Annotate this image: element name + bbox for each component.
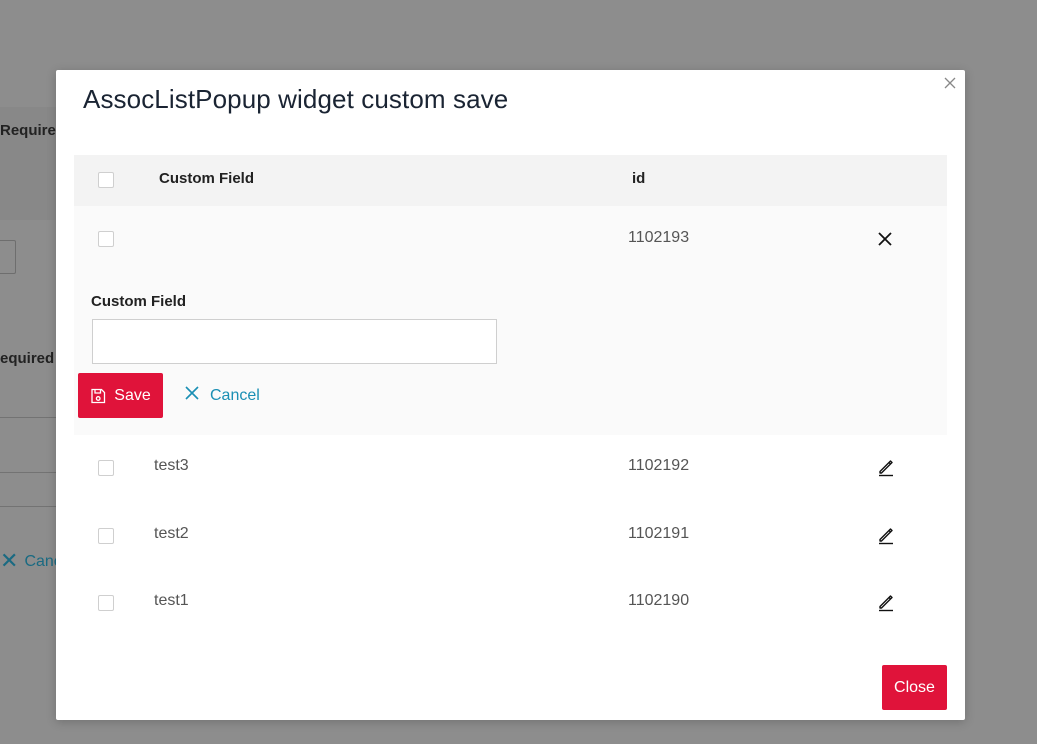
close-button[interactable]: Close — [882, 665, 947, 710]
modal-dialog: AssocListPopup widget custom save Custom… — [56, 70, 965, 720]
row-id: 1102191 — [628, 524, 690, 542]
column-header-custom-field[interactable]: Custom Field — [159, 170, 254, 187]
background-cancel: ✕ Canc — [0, 548, 62, 573]
table-row-editing: 1102193 — [74, 206, 947, 275]
x-icon: ✕ — [0, 548, 19, 573]
column-header-id[interactable]: id — [632, 170, 645, 187]
background-divider — [0, 417, 60, 418]
background-input — [0, 240, 16, 274]
row-custom-field: test3 — [154, 457, 189, 474]
row-custom-field: test2 — [154, 524, 189, 542]
row-checkbox[interactable] — [98, 460, 114, 476]
background-label-required-2: equired — [0, 350, 55, 367]
background-divider — [0, 472, 60, 473]
x-icon — [184, 385, 200, 406]
table-row: test1 1102190 — [74, 570, 947, 638]
modal-title: AssocListPopup widget custom save — [83, 84, 509, 114]
cancel-edit-icon[interactable] — [876, 230, 894, 248]
custom-field-input[interactable] — [92, 319, 497, 364]
row-checkbox[interactable] — [98, 595, 114, 611]
data-grid: Custom Field id 1102193 Custom Field Sav… — [74, 155, 947, 638]
inline-editor: Custom Field Save Cancel — [74, 275, 947, 435]
edit-pencil-icon[interactable] — [876, 457, 896, 477]
close-icon[interactable] — [941, 74, 959, 92]
save-button-label: Save — [114, 386, 151, 404]
row-id: 1102193 — [628, 229, 690, 246]
edit-pencil-icon[interactable] — [876, 525, 896, 545]
table-row: test2 1102191 — [74, 502, 947, 570]
row-id: 1102190 — [628, 592, 690, 609]
row-checkbox[interactable] — [98, 231, 114, 247]
save-button[interactable]: Save — [78, 373, 163, 418]
cancel-button[interactable]: Cancel — [184, 385, 260, 406]
row-id: 1102192 — [628, 457, 690, 474]
row-custom-field: test1 — [154, 592, 189, 609]
save-icon — [90, 388, 106, 404]
row-checkbox[interactable] — [98, 527, 114, 544]
table-row: test3 1102192 — [74, 435, 947, 503]
cancel-button-label: Cancel — [210, 386, 260, 404]
edit-pencil-icon[interactable] — [876, 592, 896, 612]
grid-header: Custom Field id — [74, 155, 947, 206]
custom-field-label: Custom Field — [91, 293, 187, 310]
select-all-checkbox[interactable] — [98, 172, 114, 188]
background-divider — [0, 506, 60, 507]
